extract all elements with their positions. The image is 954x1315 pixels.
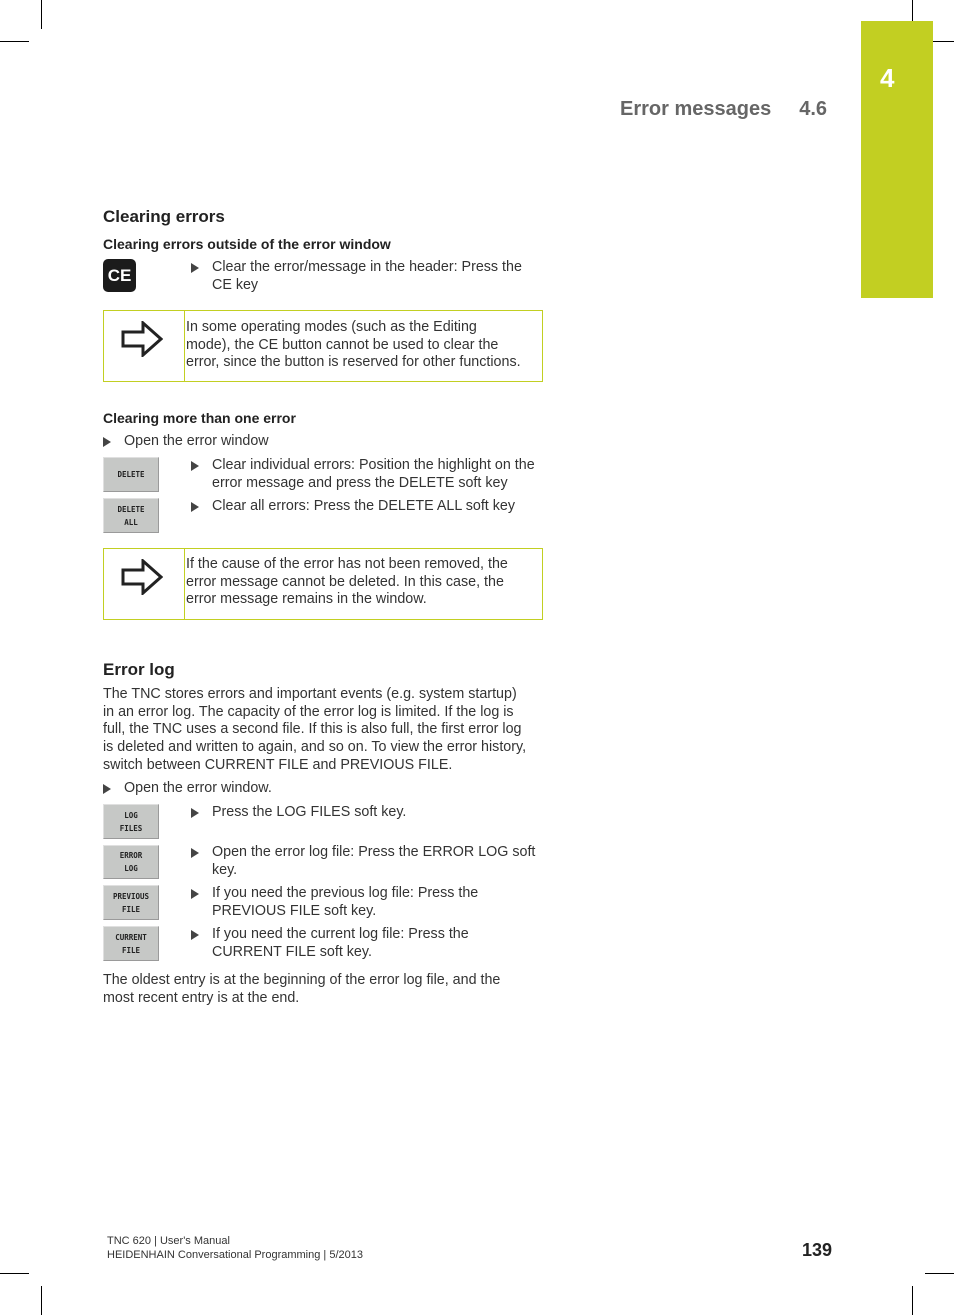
- bullet-triangle-icon: [191, 263, 199, 273]
- softkey-log-files[interactable]: LOG FILES: [103, 804, 159, 839]
- softkey-delete[interactable]: DELETE: [103, 457, 159, 492]
- section-heading-error-log: Error log: [103, 660, 175, 679]
- note-arrow-icon: [121, 321, 163, 357]
- softkey-error-log[interactable]: ERROR LOG: [103, 845, 159, 879]
- crop-mark: [0, 1273, 29, 1274]
- note-box-cause: If the cause of the error has not been r…: [103, 548, 543, 620]
- crop-mark: [0, 41, 29, 42]
- bullet-triangle-icon: [191, 848, 199, 858]
- note-text: If the cause of the error has not been r…: [186, 556, 508, 608]
- bullet-triangle-icon: [103, 437, 111, 447]
- subheading-more-than-one: Clearing more than one error: [103, 410, 296, 426]
- step-line: Clear the error/message in the header: P…: [212, 259, 522, 275]
- step-line: CE key: [212, 276, 259, 293]
- error-log-closing: The oldest entry is at the beginning of …: [103, 972, 501, 1006]
- crop-mark: [912, 0, 913, 21]
- subheading-outside-window: Clearing errors outside of the error win…: [103, 236, 391, 252]
- note-divider: [184, 311, 185, 381]
- footer-line2: HEIDENHAIN Conversational Programming | …: [107, 1249, 363, 1261]
- note-text: In some operating modes (such as the Edi…: [186, 319, 521, 371]
- running-head-title: Error messages: [620, 98, 772, 120]
- softkey-current-file[interactable]: CURRENT FILE: [103, 926, 159, 961]
- footer-line1: TNC 620 | User's Manual: [107, 1235, 230, 1247]
- crop-mark: [925, 1273, 954, 1274]
- crop-mark: [912, 1286, 913, 1315]
- note-box-ce: In some operating modes (such as the Edi…: [103, 310, 543, 382]
- bullet-triangle-icon: [191, 461, 199, 471]
- section-heading-clearing-errors: Clearing errors: [103, 207, 225, 226]
- bullet-triangle-icon: [191, 808, 199, 818]
- page-number: 139: [802, 1240, 833, 1260]
- footer: TNC 620 | User's Manual HEIDENHAIN Conve…: [107, 1234, 363, 1262]
- running-head-section: 4.6: [799, 98, 828, 120]
- bullet-triangle-icon: [191, 502, 199, 512]
- crop-mark: [41, 0, 42, 29]
- error-log-intro: The TNC stores errors and important even…: [103, 686, 527, 773]
- softkey-delete-all[interactable]: DELETE ALL: [103, 498, 159, 533]
- running-head: Error messages 4.6: [620, 98, 827, 121]
- crop-mark: [933, 41, 954, 42]
- note-arrow-icon: [121, 559, 163, 595]
- bullet-triangle-icon: [103, 784, 111, 794]
- bullet-triangle-icon: [191, 930, 199, 940]
- ce-key-icon: CE: [103, 259, 136, 292]
- softkey-previous-file[interactable]: PREVIOUS FILE: [103, 885, 159, 920]
- chapter-tab: 4: [861, 21, 933, 298]
- note-divider: [184, 549, 185, 619]
- chapter-number: 4: [880, 63, 895, 93]
- bullet-triangle-icon: [191, 889, 199, 899]
- crop-mark: [41, 1286, 42, 1315]
